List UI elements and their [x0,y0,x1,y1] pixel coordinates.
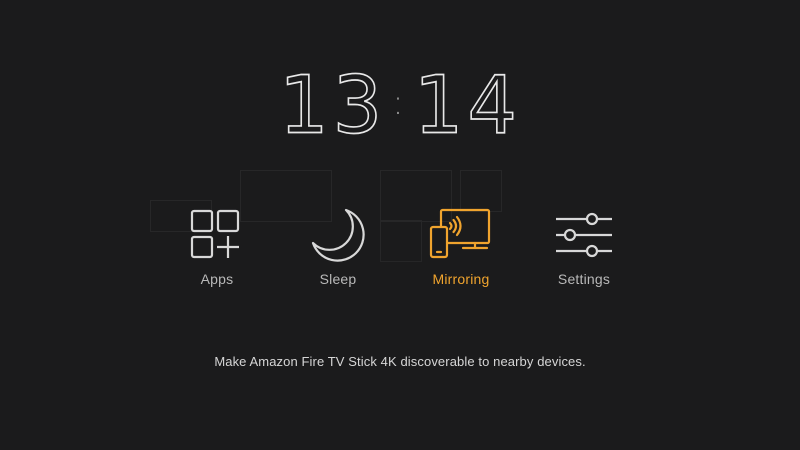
mirroring-label: Mirroring [432,271,490,287]
quick-menu-overlay: 13:14 Apps Sleep Mirroring Settings Mak… [0,0,800,450]
clock: 13:14 [0,58,800,152]
moon-icon [311,208,365,262]
apps-grid-icon [190,209,240,259]
selection-description: Make Amazon Fire TV Stick 4K discoverabl… [214,354,586,369]
quick-actions-menu: Apps Sleep Mirroring Settings [0,205,800,305]
sleep-button[interactable]: Sleep [278,205,398,295]
sliders-icon [556,212,612,258]
clock-separator: : [392,83,408,123]
settings-label: Settings [557,271,611,287]
clock-hours: 13 [278,59,387,152]
settings-button[interactable]: Settings [524,205,644,295]
apps-button[interactable]: Apps [157,205,277,295]
apps-label: Apps [200,271,234,287]
clock-minutes: 14 [413,59,521,152]
sleep-label: Sleep [319,271,357,287]
mirroring-icon [429,208,491,259]
mirroring-button[interactable]: Mirroring [401,205,521,295]
